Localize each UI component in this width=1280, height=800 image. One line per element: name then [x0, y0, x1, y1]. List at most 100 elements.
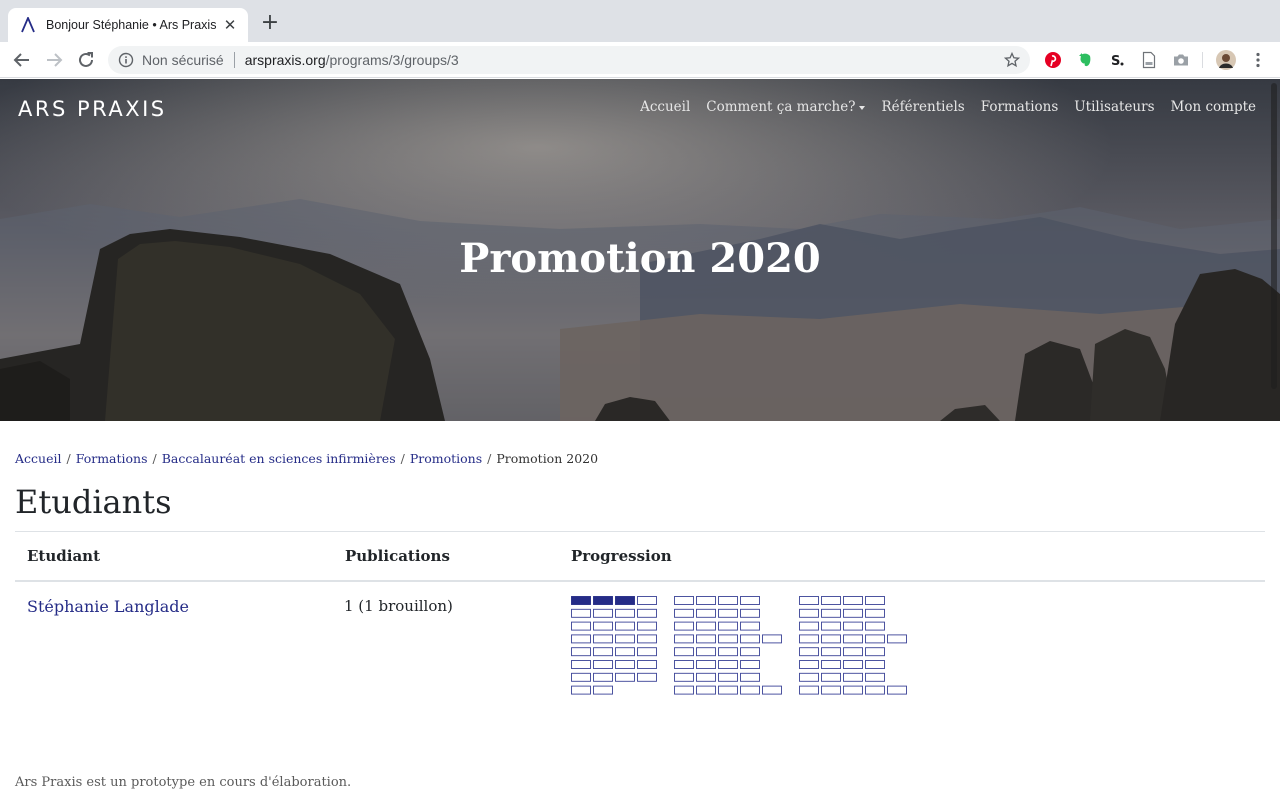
- progress-cell-empty[interactable]: [718, 596, 738, 605]
- progress-cell-completed[interactable]: [593, 596, 613, 605]
- progress-cell-empty[interactable]: [799, 672, 819, 682]
- progress-cell-empty[interactable]: [696, 621, 716, 631]
- breadcrumb-program[interactable]: Baccalauréat en sciences infirmières: [162, 451, 396, 466]
- progress-cell-empty[interactable]: [637, 672, 657, 682]
- student-name-link[interactable]: Stéphanie Langlade: [27, 597, 189, 616]
- progress-cell-empty[interactable]: [865, 660, 885, 669]
- progress-cell-empty[interactable]: [615, 660, 635, 669]
- progress-cell-empty[interactable]: [593, 685, 613, 695]
- progress-cell-empty[interactable]: [718, 660, 738, 669]
- nav-users[interactable]: Utilisateurs: [1074, 99, 1154, 115]
- progress-cell-empty[interactable]: [674, 608, 694, 618]
- breadcrumb-promotions[interactable]: Promotions: [410, 451, 482, 466]
- breadcrumb-home[interactable]: Accueil: [15, 451, 61, 466]
- progress-cell-empty[interactable]: [821, 685, 841, 695]
- site-logo[interactable]: ARS PRAXIS: [18, 97, 167, 121]
- progress-cell-empty[interactable]: [843, 685, 863, 695]
- progress-cell-empty[interactable]: [821, 596, 841, 605]
- progress-cell-empty[interactable]: [843, 647, 863, 657]
- progress-cell-empty[interactable]: [674, 660, 694, 669]
- progress-cell-empty[interactable]: [865, 621, 885, 631]
- progress-cell-empty[interactable]: [740, 672, 760, 682]
- progress-cell-empty[interactable]: [865, 685, 885, 695]
- progress-cell-empty[interactable]: [674, 672, 694, 682]
- progress-cell-empty[interactable]: [821, 608, 841, 618]
- progress-cell-empty[interactable]: [571, 672, 591, 682]
- progress-cell-empty[interactable]: [674, 596, 694, 605]
- progress-cell-empty[interactable]: [615, 647, 635, 657]
- progress-cell-empty[interactable]: [740, 685, 760, 695]
- progress-cell-empty[interactable]: [593, 660, 613, 669]
- progress-cell-empty[interactable]: [821, 672, 841, 682]
- progress-cell-empty[interactable]: [615, 672, 635, 682]
- progress-cell-empty[interactable]: [843, 608, 863, 618]
- camera-icon[interactable]: [1172, 51, 1190, 69]
- progress-cell-empty[interactable]: [615, 634, 635, 644]
- progress-cell-empty[interactable]: [718, 621, 738, 631]
- progress-cell-empty[interactable]: [718, 608, 738, 618]
- reload-icon[interactable]: [75, 49, 97, 71]
- new-tab-icon[interactable]: +: [259, 12, 281, 34]
- progress-cell-empty[interactable]: [593, 608, 613, 618]
- browser-menu-icon[interactable]: [1249, 51, 1267, 69]
- info-icon[interactable]: [118, 52, 134, 68]
- breadcrumb-formations[interactable]: Formations: [76, 451, 148, 466]
- progress-cell-completed[interactable]: [615, 596, 635, 605]
- progress-cell-empty[interactable]: [740, 608, 760, 618]
- address-bar[interactable]: Non sécurisé arspraxis.org/programs/3/gr…: [108, 46, 1030, 74]
- progress-cell-empty[interactable]: [865, 634, 885, 644]
- back-arrow-icon[interactable]: [11, 49, 33, 71]
- progress-cell-empty[interactable]: [799, 647, 819, 657]
- progress-cell-empty[interactable]: [615, 608, 635, 618]
- nav-formations[interactable]: Formations: [981, 99, 1059, 115]
- progress-cell-empty[interactable]: [843, 634, 863, 644]
- progress-cell-empty[interactable]: [615, 621, 635, 631]
- progress-cell-empty[interactable]: [637, 647, 657, 657]
- evernote-icon[interactable]: [1076, 51, 1094, 69]
- bookmark-star-icon[interactable]: [1004, 52, 1020, 68]
- progress-cell-empty[interactable]: [865, 672, 885, 682]
- progress-cell-empty[interactable]: [593, 634, 613, 644]
- progress-cell-empty[interactable]: [799, 608, 819, 618]
- progress-cell-empty[interactable]: [674, 621, 694, 631]
- progress-cell-empty[interactable]: [740, 647, 760, 657]
- progress-cell-empty[interactable]: [843, 660, 863, 669]
- progress-cell-empty[interactable]: [571, 608, 591, 618]
- progress-cell-empty[interactable]: [762, 634, 782, 644]
- progress-cell-empty[interactable]: [696, 596, 716, 605]
- page-scrollbar[interactable]: [1271, 83, 1277, 389]
- progress-cell-empty[interactable]: [637, 660, 657, 669]
- progress-cell-empty[interactable]: [637, 608, 657, 618]
- progress-cell-empty[interactable]: [762, 685, 782, 695]
- progress-cell-empty[interactable]: [593, 647, 613, 657]
- progress-cell-empty[interactable]: [740, 621, 760, 631]
- progress-cell-empty[interactable]: [718, 647, 738, 657]
- progress-cell-empty[interactable]: [799, 621, 819, 631]
- progress-cell-empty[interactable]: [718, 685, 738, 695]
- forward-arrow-icon[interactable]: [43, 49, 65, 71]
- progress-cell-empty[interactable]: [571, 660, 591, 669]
- progress-cell-empty[interactable]: [718, 672, 738, 682]
- progress-cell-empty[interactable]: [674, 685, 694, 695]
- progress-cell-empty[interactable]: [571, 647, 591, 657]
- progress-cell-empty[interactable]: [887, 634, 907, 644]
- progress-cell-empty[interactable]: [696, 660, 716, 669]
- progress-cell-empty[interactable]: [799, 660, 819, 669]
- progress-cell-empty[interactable]: [740, 660, 760, 669]
- progress-cell-empty[interactable]: [674, 647, 694, 657]
- progress-cell-empty[interactable]: [865, 608, 885, 618]
- profile-avatar-icon[interactable]: [1216, 50, 1236, 70]
- progress-cell-empty[interactable]: [821, 660, 841, 669]
- progress-cell-empty[interactable]: [865, 647, 885, 657]
- progress-cell-empty[interactable]: [887, 685, 907, 695]
- progress-cell-empty[interactable]: [799, 596, 819, 605]
- progress-cell-empty[interactable]: [637, 621, 657, 631]
- progress-cell-empty[interactable]: [843, 621, 863, 631]
- progress-cell-empty[interactable]: [740, 634, 760, 644]
- progress-cell-empty[interactable]: [696, 634, 716, 644]
- progress-cell-empty[interactable]: [637, 596, 657, 605]
- progress-cell-empty[interactable]: [799, 634, 819, 644]
- nav-referentials[interactable]: Référentiels: [881, 99, 964, 115]
- progress-cell-empty[interactable]: [821, 621, 841, 631]
- progress-cell-empty[interactable]: [696, 647, 716, 657]
